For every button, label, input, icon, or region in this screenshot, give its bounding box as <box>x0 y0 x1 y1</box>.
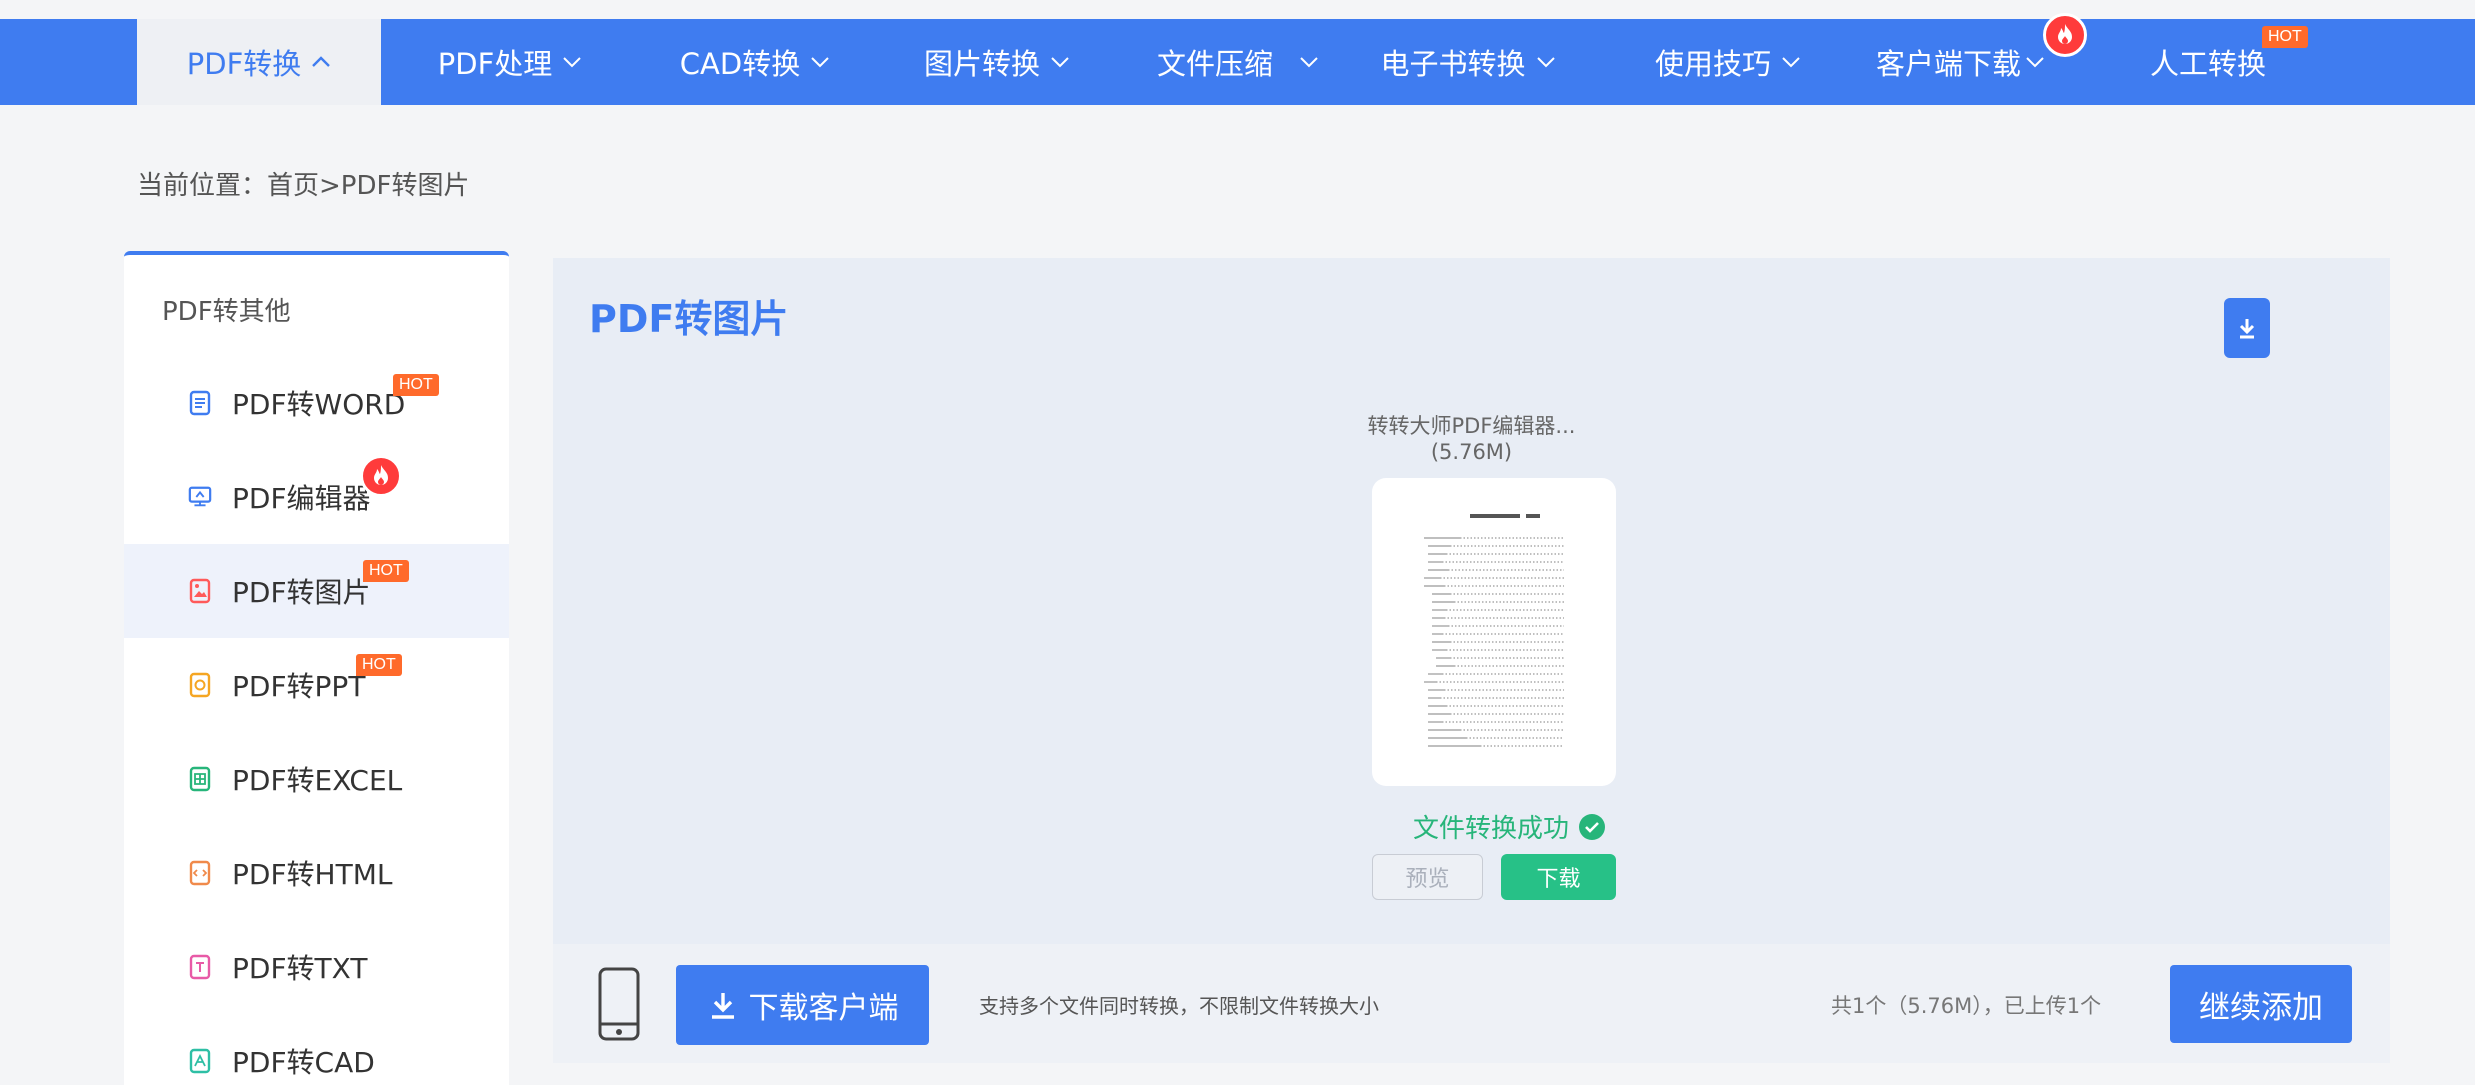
chevron-down-icon <box>810 56 830 68</box>
nav-item-label: PDF转换 <box>186 47 302 81</box>
monitor-edit-icon <box>188 484 212 510</box>
sidebar-item-pdf-to-excel[interactable]: PDF转EXCEL <box>124 732 509 826</box>
page-title: PDF转图片 <box>589 297 789 341</box>
chevron-up-icon <box>311 56 331 68</box>
nav-item-label: CAD转换 <box>679 47 801 81</box>
conversion-panel: PDF转图片 转转大师PDF编辑器... (5.76M) 文件转换成功 预览 下… <box>553 258 2390 944</box>
hot-badge: HOT <box>2262 26 2308 48</box>
nav-item-pdf-process[interactable]: PDF处理 <box>420 19 600 105</box>
sidebar-item-label: PDF转HTML <box>232 858 393 891</box>
sidebar-item-label: PDF转CAD <box>232 1046 375 1079</box>
sidebar-item-pdf-to-cad[interactable]: PDF转CAD <box>124 1014 509 1085</box>
image-file-icon <box>188 578 212 604</box>
check-circle-icon <box>1579 813 1606 840</box>
cad-file-icon <box>188 1048 212 1074</box>
sidebar-item-label: PDF转TXT <box>232 952 368 985</box>
hot-badge: HOT <box>356 654 402 676</box>
txt-file-icon <box>188 954 212 980</box>
nav-item-label: 客户端下载 <box>1875 47 2021 81</box>
nav-item-file-compress[interactable]: 文件压缩 <box>1143 19 1333 105</box>
top-strip <box>0 0 2475 19</box>
file-size: (5.76M) <box>1430 440 1513 464</box>
nav-item-tips[interactable]: 使用技巧 <box>1648 19 1808 105</box>
status-text: 文件转换成功 <box>1413 814 1570 844</box>
ppt-file-icon <box>188 672 212 698</box>
nav-item-ebook-convert[interactable]: 电子书转换 <box>1373 19 1563 105</box>
download-button[interactable]: 下载 <box>1501 854 1616 900</box>
sidebar-item-pdf-to-txt[interactable]: PDF转TXT <box>124 920 509 1014</box>
sidebar-item-pdf-editor[interactable]: PDF编辑器 <box>124 450 509 544</box>
upload-count: 共1个（5.76M），已上传1个 <box>1831 994 2102 1018</box>
nav-item-label: 图片转换 <box>923 47 1040 81</box>
sidebar-item-label: PDF编辑器 <box>232 482 371 515</box>
download-client-button[interactable]: 下载客户端 <box>676 965 929 1045</box>
nav-item-label: 使用技巧 <box>1654 47 1771 81</box>
nav-item-cad-convert[interactable]: CAD转换 <box>665 19 845 105</box>
nav-item-label: PDF处理 <box>437 47 553 81</box>
word-doc-icon <box>188 390 212 416</box>
excel-file-icon <box>188 766 212 792</box>
nav-item-client-download[interactable]: 客户端下载 <box>1868 19 2053 105</box>
download-all-button[interactable] <box>2224 298 2270 358</box>
sidebar-item-label: PDF转图片 <box>232 576 371 609</box>
download-icon <box>711 993 734 1019</box>
nav-item-label: 文件压缩 <box>1156 47 1273 81</box>
chevron-down-icon <box>1050 56 1070 68</box>
sidebar-item-label: PDF转EXCEL <box>232 764 403 797</box>
support-note: 支持多个文件同时转换，不限制文件转换大小 <box>979 994 1379 1018</box>
sidebar: PDF转其他 PDF转WORD HOT PDF编辑器 PDF转图片 HOT PD… <box>124 251 509 1085</box>
fire-icon <box>2043 13 2087 57</box>
preview-button[interactable]: 预览 <box>1372 854 1483 900</box>
conversion-status: 文件转换成功 <box>1413 808 1606 845</box>
sidebar-item-pdf-to-word[interactable]: PDF转WORD HOT <box>124 356 509 450</box>
document-thumbnail <box>1424 514 1564 747</box>
html-file-icon <box>188 860 212 886</box>
nav-item-image-convert[interactable]: 图片转换 <box>912 19 1082 105</box>
hot-badge: HOT <box>393 374 439 396</box>
nav-item-label: 电子书转换 <box>1380 47 1526 81</box>
sidebar-item-pdf-to-image[interactable]: PDF转图片 HOT <box>124 544 509 638</box>
download-client-label: 下载客户端 <box>748 991 899 1026</box>
nav-item-label: 人工转换 <box>2149 47 2266 81</box>
file-name: 转转大师PDF编辑器... <box>1367 414 1576 438</box>
sidebar-item-label: PDF转PPT <box>232 670 366 703</box>
file-thumbnail-card[interactable] <box>1372 478 1616 786</box>
fire-icon <box>360 455 402 497</box>
chevron-down-icon <box>2025 56 2045 68</box>
chevron-down-icon <box>1781 56 1801 68</box>
action-bar: 下载客户端 支持多个文件同时转换，不限制文件转换大小 共1个（5.76M），已上… <box>553 944 2390 1063</box>
add-more-button[interactable]: 继续添加 <box>2170 965 2352 1043</box>
download-icon <box>2239 319 2255 339</box>
breadcrumb: 当前位置：首页>PDF转图片 <box>137 171 470 201</box>
chevron-down-icon <box>1536 56 1556 68</box>
main-nav: PDF转换 PDF处理 CAD转换 图片转换 文件压缩 电子书转换 使用技巧 客… <box>0 13 2475 105</box>
phone-icon <box>598 967 640 1041</box>
nav-item-pdf-convert[interactable]: PDF转换 <box>137 19 381 105</box>
chevron-down-icon <box>1299 56 1319 68</box>
sidebar-title: PDF转其他 <box>162 297 291 327</box>
hot-badge: HOT <box>363 560 409 582</box>
sidebar-item-pdf-to-html[interactable]: PDF转HTML <box>124 826 509 920</box>
sidebar-item-pdf-to-ppt[interactable]: PDF转PPT HOT <box>124 638 509 732</box>
sidebar-item-label: PDF转WORD <box>232 388 406 421</box>
chevron-down-icon <box>562 56 582 68</box>
nav-item-manual-convert[interactable]: 人工转换 <box>2138 19 2278 105</box>
